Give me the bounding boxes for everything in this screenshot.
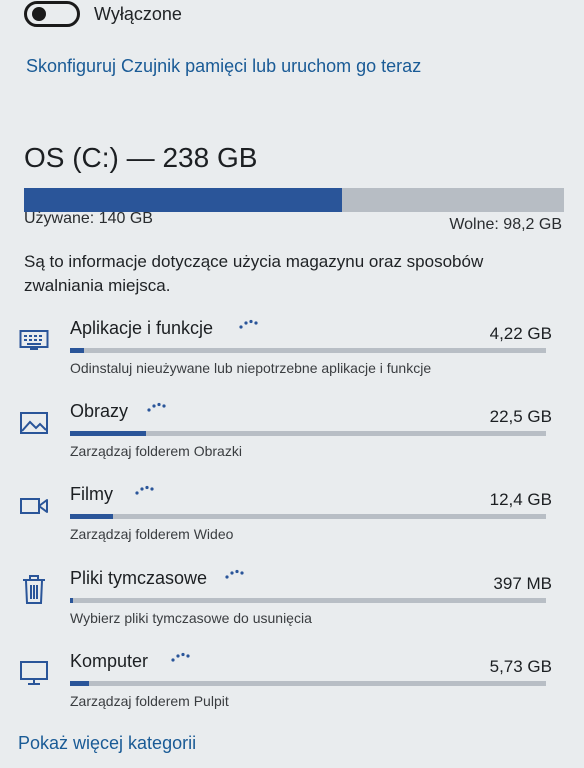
category-description: Zarządzaj folderem Pulpit (70, 693, 229, 709)
toggle-knob (32, 7, 46, 21)
category-usage-bar (70, 598, 546, 603)
show-more-categories-link[interactable]: Pokaż więcej kategorii (18, 733, 196, 754)
toggle-state-label: Wyłączone (94, 3, 182, 24)
loading-spinner-icon (147, 402, 166, 412)
trash-icon (18, 575, 50, 604)
storage-sense-toggle[interactable] (24, 1, 80, 27)
category-size: 12,4 GB (489, 490, 552, 509)
drive-usage-fill (24, 188, 342, 212)
category-usage-fill (70, 348, 85, 353)
drive-usage-bar (24, 188, 564, 212)
used-space-label: Używane: 140 GB (24, 210, 153, 227)
category-usage-fill (70, 514, 113, 519)
category-size: 397 MB (493, 574, 552, 593)
category-name: Komputer (70, 651, 149, 671)
category-pictures[interactable]: Obrazy 22,5 GB Zarządzaj folderem Obrazk… (18, 401, 558, 471)
category-name: Filmy (70, 484, 113, 504)
category-size: 22,5 GB (489, 407, 552, 426)
category-usage-fill (70, 431, 147, 436)
category-usage-bar (70, 514, 546, 519)
category-size: 4,22 GB (489, 324, 552, 343)
category-apps[interactable]: Aplikacje i funkcje 4,22 GB Odinstaluj n… (18, 318, 558, 388)
category-description: Wybierz pliki tymczasowe do usunięcia (70, 610, 312, 626)
category-videos[interactable]: Filmy 12,4 GB Zarządzaj folderem Wideo (18, 484, 558, 554)
category-temporary-files[interactable]: Pliki tymczasowe 397 MB Wybierz pliki ty… (18, 568, 558, 638)
category-name: Aplikacje i funkcje (70, 318, 214, 338)
loading-spinner-icon (135, 485, 154, 495)
category-description: Zarządzaj folderem Obrazki (70, 443, 242, 459)
category-usage-bar (70, 431, 546, 436)
drive-title: OS (C:) — 238 GB (24, 142, 258, 173)
keyboard-icon (18, 326, 50, 354)
category-size: 5,73 GB (489, 657, 552, 676)
category-usage-bar (70, 681, 546, 686)
loading-spinner-icon (171, 652, 190, 662)
category-description: Zarządzaj folderem Wideo (70, 526, 234, 542)
storage-description: Są to informacje dotyczące użycia magazy… (24, 252, 484, 295)
category-usage-fill (70, 598, 73, 603)
loading-spinner-icon (225, 569, 244, 579)
video-icon (18, 492, 50, 520)
category-desktop[interactable]: Komputer 5,73 GB Zarządzaj folderem Pulp… (18, 651, 558, 721)
free-space-label: Wolne: 98,2 GB (449, 216, 562, 233)
category-description: Odinstaluj nieużywane lub niepotrzebne a… (70, 360, 432, 376)
category-usage-bar (70, 348, 546, 353)
category-usage-fill (70, 681, 90, 686)
image-icon (18, 409, 50, 437)
loading-spinner-icon (239, 319, 258, 329)
category-name: Obrazy (70, 401, 129, 421)
category-name: Pliki tymczasowe (70, 568, 208, 588)
configure-storage-sense-link[interactable]: Skonfiguruj Czujnik pamięci lub uruchom … (26, 56, 421, 77)
storage-sense-row: Wyłączone (24, 0, 182, 28)
monitor-icon (18, 659, 50, 687)
